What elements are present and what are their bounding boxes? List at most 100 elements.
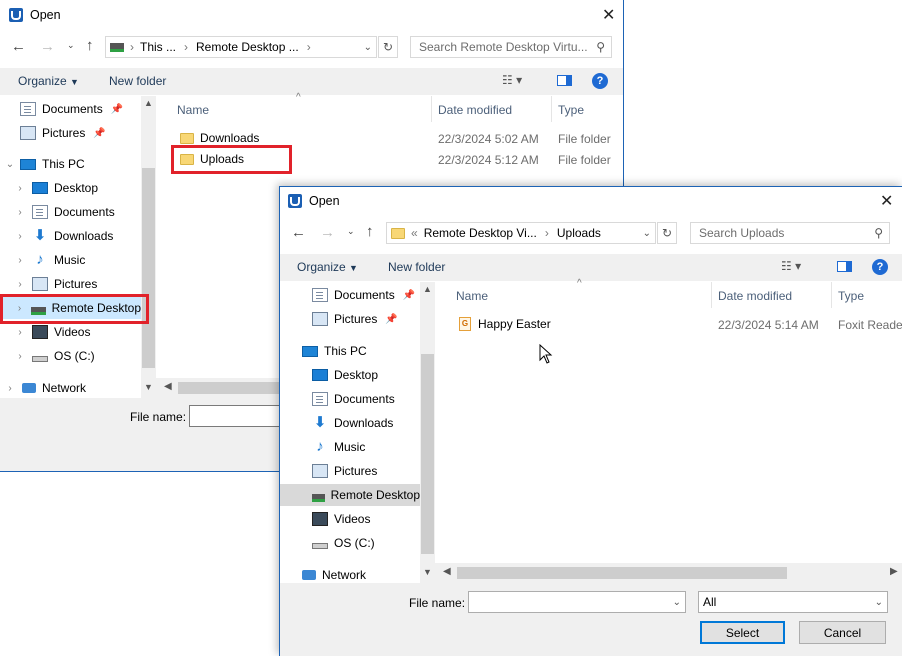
- nav-vertical-scrollbar[interactable]: ▲ ▼: [420, 282, 435, 583]
- nav-item-videos[interactable]: › Videos: [14, 321, 90, 343]
- forward-arrow-icon[interactable]: →: [40, 38, 55, 55]
- nav-vertical-scrollbar[interactable]: ▲ ▼: [141, 96, 156, 398]
- search-input[interactable]: Search Uploads ⚲: [690, 222, 890, 244]
- nav-item-pictures-quick[interactable]: Pictures 📌: [20, 122, 106, 144]
- pictures-icon: [32, 277, 48, 291]
- select-button[interactable]: Select: [700, 621, 785, 644]
- column-header-date[interactable]: Date modified: [718, 289, 792, 303]
- nav-item-documents[interactable]: › Documents: [14, 201, 115, 223]
- file-type-filter[interactable]: All ⌄: [698, 591, 888, 613]
- nav-item-remote-desktop[interactable]: Remote Desktop: [280, 484, 420, 506]
- column-header-name[interactable]: Name: [456, 289, 488, 303]
- up-arrow-icon[interactable]: ↑: [86, 37, 94, 54]
- organize-button[interactable]: Organize ▼: [297, 260, 358, 274]
- help-icon[interactable]: ?: [592, 73, 608, 89]
- view-options-icon[interactable]: ☷ ▾: [781, 259, 801, 273]
- view-options-icon[interactable]: ☷ ▾: [502, 73, 522, 87]
- back-arrow-icon[interactable]: ←: [291, 224, 306, 241]
- close-icon[interactable]: ✕: [880, 191, 893, 211]
- search-input[interactable]: Search Remote Desktop Virtu... ⚲: [410, 36, 612, 58]
- nav-item-label: OS (C:): [54, 349, 95, 363]
- file-name: Happy Easter: [478, 317, 551, 331]
- breadcrumb-segment[interactable]: Remote Desktop ...: [196, 40, 299, 54]
- nav-item-music[interactable]: › ♪ Music: [14, 249, 85, 271]
- nav-item-label: Videos: [334, 512, 371, 526]
- nav-item-downloads[interactable]: ⬇ Downloads: [312, 412, 394, 434]
- column-divider[interactable]: [431, 96, 432, 122]
- nav-item-pictures[interactable]: Pictures: [312, 460, 377, 482]
- scroll-thumb[interactable]: [142, 168, 155, 368]
- chevron-down-icon[interactable]: ⌄: [364, 42, 372, 53]
- nav-item-desktop[interactable]: Desktop: [312, 364, 378, 386]
- nav-item-this-pc[interactable]: This PC: [302, 340, 367, 362]
- breadcrumb-segment[interactable]: Uploads: [557, 226, 601, 240]
- scroll-down-icon[interactable]: ▼: [144, 382, 153, 392]
- preview-pane-icon[interactable]: [837, 261, 852, 272]
- nav-item-this-pc[interactable]: ⌄ This PC: [4, 153, 85, 175]
- column-header-type[interactable]: Type: [558, 103, 584, 117]
- cancel-button[interactable]: Cancel: [799, 621, 886, 644]
- column-divider[interactable]: [711, 282, 712, 308]
- file-name-input[interactable]: ⌄: [468, 591, 686, 613]
- forward-arrow-icon[interactable]: →: [320, 224, 335, 241]
- up-arrow-icon[interactable]: ↑: [366, 223, 374, 240]
- downloads-icon: ⬇: [313, 414, 327, 431]
- nav-item-os-c[interactable]: OS (C:): [312, 532, 375, 554]
- column-header-name[interactable]: Name: [177, 103, 209, 117]
- help-icon[interactable]: ?: [872, 259, 888, 275]
- desktop-icon: [312, 369, 328, 381]
- breadcrumb-segment[interactable]: This ...: [140, 40, 176, 54]
- chevron-down-icon[interactable]: ⌄: [673, 597, 681, 608]
- nav-item-os-c[interactable]: › OS (C:): [14, 345, 95, 367]
- chevron-right-icon: ›: [18, 326, 22, 338]
- nav-item-pictures[interactable]: › Pictures: [14, 273, 97, 295]
- nav-item-documents-quick[interactable]: Documents 📌: [312, 284, 415, 306]
- footer-bar: File name: ⌄ All ⌄ Select Cancel: [280, 583, 902, 656]
- nav-item-network[interactable]: › Network: [4, 377, 86, 398]
- close-icon[interactable]: ✕: [602, 5, 615, 25]
- refresh-icon[interactable]: ↻: [657, 222, 677, 244]
- nav-item-pictures-quick[interactable]: Pictures 📌: [312, 308, 398, 330]
- column-divider[interactable]: [551, 96, 552, 122]
- chevron-down-icon[interactable]: ⌄: [643, 228, 651, 239]
- breadcrumb-segment[interactable]: Remote Desktop Vi...: [424, 226, 537, 240]
- nav-item-documents[interactable]: Documents: [312, 388, 395, 410]
- scroll-thumb[interactable]: [421, 354, 434, 554]
- dialog-title: Open: [309, 194, 340, 208]
- recent-locations-chevron-icon[interactable]: ⌄: [347, 226, 355, 237]
- breadcrumb-overflow[interactable]: «: [411, 226, 418, 240]
- address-bar[interactable]: › This ... › Remote Desktop ... › ⌄: [105, 36, 377, 58]
- address-bar[interactable]: « Remote Desktop Vi... › Uploads ⌄: [386, 222, 656, 244]
- preview-pane-icon[interactable]: [557, 75, 572, 86]
- chevron-right-icon: ›: [18, 254, 22, 266]
- scroll-left-icon[interactable]: ◀: [164, 381, 172, 392]
- column-divider[interactable]: [831, 282, 832, 308]
- nav-item-videos[interactable]: Videos: [312, 508, 370, 530]
- refresh-icon[interactable]: ↻: [378, 36, 398, 58]
- new-folder-button[interactable]: New folder: [109, 74, 166, 88]
- scroll-up-icon[interactable]: ▲: [423, 284, 432, 294]
- documents-icon: [312, 392, 328, 406]
- nav-item-label: Documents: [334, 392, 395, 406]
- file-row[interactable]: G Happy Easter: [459, 314, 551, 334]
- recent-locations-chevron-icon[interactable]: ⌄: [67, 40, 75, 51]
- scroll-down-icon[interactable]: ▼: [423, 567, 432, 577]
- nav-item-music[interactable]: ♪ Music: [312, 436, 365, 458]
- new-folder-button[interactable]: New folder: [388, 260, 445, 274]
- scroll-up-icon[interactable]: ▲: [144, 98, 153, 108]
- column-header-date[interactable]: Date modified: [438, 103, 512, 117]
- organize-button[interactable]: Organize ▼: [18, 74, 79, 88]
- back-arrow-icon[interactable]: ←: [11, 38, 26, 55]
- nav-item-documents-quick[interactable]: Documents 📌: [20, 98, 123, 120]
- nav-item-downloads[interactable]: › ⬇ Downloads: [14, 225, 113, 247]
- column-header-type[interactable]: Type: [838, 289, 864, 303]
- file-horizontal-scrollbar[interactable]: ◀ ▶: [435, 563, 902, 583]
- nav-item-label: Desktop: [334, 368, 379, 382]
- scroll-thumb[interactable]: [457, 567, 787, 579]
- nav-item-desktop[interactable]: › Desktop: [14, 177, 98, 199]
- scroll-left-icon[interactable]: ◀: [443, 566, 451, 577]
- breadcrumb-separator-icon: ›: [544, 226, 549, 240]
- sort-ascending-icon: ^: [577, 278, 582, 289]
- scroll-right-icon[interactable]: ▶: [890, 566, 898, 577]
- nav-item-network[interactable]: Network: [302, 564, 366, 583]
